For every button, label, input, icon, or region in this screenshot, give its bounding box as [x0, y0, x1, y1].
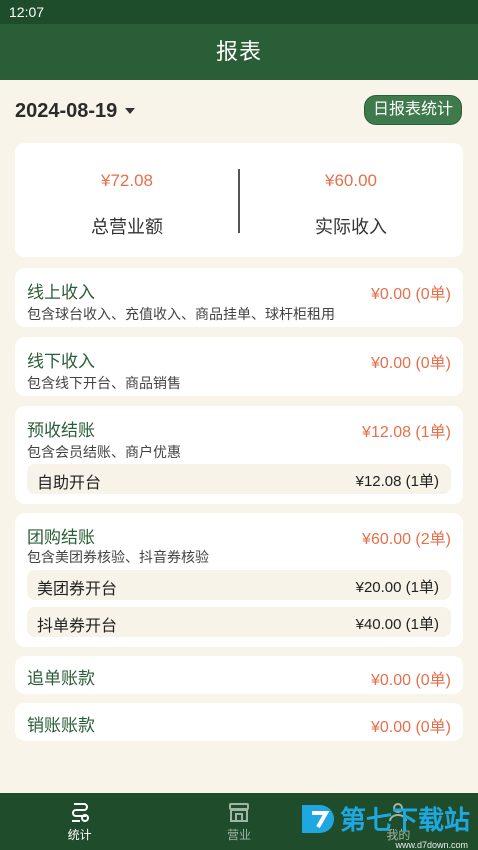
group-buy-title: 团购结账 — [27, 528, 95, 547]
sub-item-label: 美团券开台 — [37, 581, 118, 598]
page-title: 报表 — [215, 39, 262, 64]
online-income-desc: 包含球台收入、充值收入、商品挂单、球杆柜租用 — [27, 306, 335, 322]
online-income-amount: ¥0.00 (0单) — [370, 286, 451, 303]
summary-card: ¥72.08 总营业额 ¥60.00 实际收入 — [15, 143, 463, 257]
offline-income-card[interactable]: 线下收入 ¥0.00 (0单) 包含线下开台、商品销售 — [15, 337, 463, 396]
sub-item-label: 抖单券开台 — [37, 618, 118, 635]
tab-business[interactable]: 营业 — [159, 793, 318, 850]
date-picker[interactable]: 2024-08-19 — [15, 98, 136, 124]
sub-item-amount: ¥40.00 (1单) — [355, 616, 439, 633]
actual-income: ¥60.00 实际收入 — [239, 143, 463, 257]
date-value: 2024-08-19 — [15, 99, 118, 122]
prepaid-amount: ¥12.08 (1单) — [362, 424, 451, 441]
daily-stats-button[interactable]: 日报表统计 — [363, 95, 462, 125]
actual-income-amount: ¥60.00 — [325, 171, 377, 190]
online-income-title: 线上收入 — [27, 283, 95, 302]
app-bar: 报表 — [0, 24, 478, 80]
writeoff-card[interactable]: 销账账款 ¥0.00 (0单) — [15, 703, 463, 741]
total-revenue: ¥72.08 总营业额 — [15, 143, 239, 257]
group-buy-desc: 包含美团券核验、抖音券核验 — [27, 549, 209, 565]
d7-logo-icon — [301, 804, 334, 833]
watermark-brand: 第七下载站 — [339, 805, 470, 835]
sub-item-label: 自助开台 — [37, 475, 102, 492]
tab-label: 营业 — [226, 828, 251, 842]
followup-card[interactable]: 追单账款 ¥0.00 (0单) — [15, 656, 463, 694]
prepaid-item-self-service[interactable]: 自助开台 ¥12.08 (1单) — [27, 464, 451, 494]
prepaid-title: 预收结账 — [27, 421, 95, 440]
total-revenue-amount: ¥72.08 — [101, 171, 153, 190]
offline-income-desc: 包含线下开台、商品销售 — [27, 375, 181, 391]
tab-label: 统计 — [67, 828, 92, 842]
caret-down-icon — [125, 108, 136, 114]
online-income-card[interactable]: 线上收入 ¥0.00 (0单) 包含球台收入、充值收入、商品挂单、球杆柜租用 — [15, 268, 463, 327]
prepaid-card[interactable]: 预收结账 ¥12.08 (1单) 包含会员结账、商户优惠 自助开台 ¥12.08… — [15, 406, 463, 504]
watermark-url: www.d7down.com — [395, 840, 468, 850]
sub-item-amount: ¥20.00 (1单) — [355, 579, 439, 596]
group-item-meituan[interactable]: 美团券开台 ¥20.00 (1单) — [27, 570, 451, 600]
offline-income-title: 线下收入 — [27, 352, 95, 371]
writeoff-amount: ¥0.00 (0单) — [370, 719, 451, 736]
store-icon — [228, 803, 249, 822]
status-bar: 12:07 — [0, 0, 478, 24]
watermark-logo: 第七下载站 — [298, 800, 470, 837]
followup-amount: ¥0.00 (0单) — [370, 672, 451, 689]
tab-stats[interactable]: 统计 — [0, 793, 159, 850]
total-revenue-label: 总营业额 — [91, 217, 163, 237]
followup-title: 追单账款 — [27, 669, 95, 688]
sub-item-amount: ¥12.08 (1单) — [355, 473, 439, 490]
actual-income-label: 实际收入 — [315, 217, 387, 237]
summary-divider — [238, 169, 240, 233]
offline-income-amount: ¥0.00 (0单) — [370, 355, 451, 372]
stats-icon — [71, 803, 89, 822]
prepaid-desc: 包含会员结账、商户优惠 — [27, 444, 181, 460]
group-buy-card[interactable]: 团购结账 ¥60.00 (2单) 包含美团券核验、抖音券核验 美团券开台 ¥20… — [15, 513, 463, 647]
status-time: 12:07 — [9, 4, 45, 20]
writeoff-title: 销账账款 — [27, 716, 95, 735]
group-buy-amount: ¥60.00 (2单) — [362, 531, 451, 548]
group-item-douyin[interactable]: 抖单券开台 ¥40.00 (1单) — [27, 607, 451, 637]
